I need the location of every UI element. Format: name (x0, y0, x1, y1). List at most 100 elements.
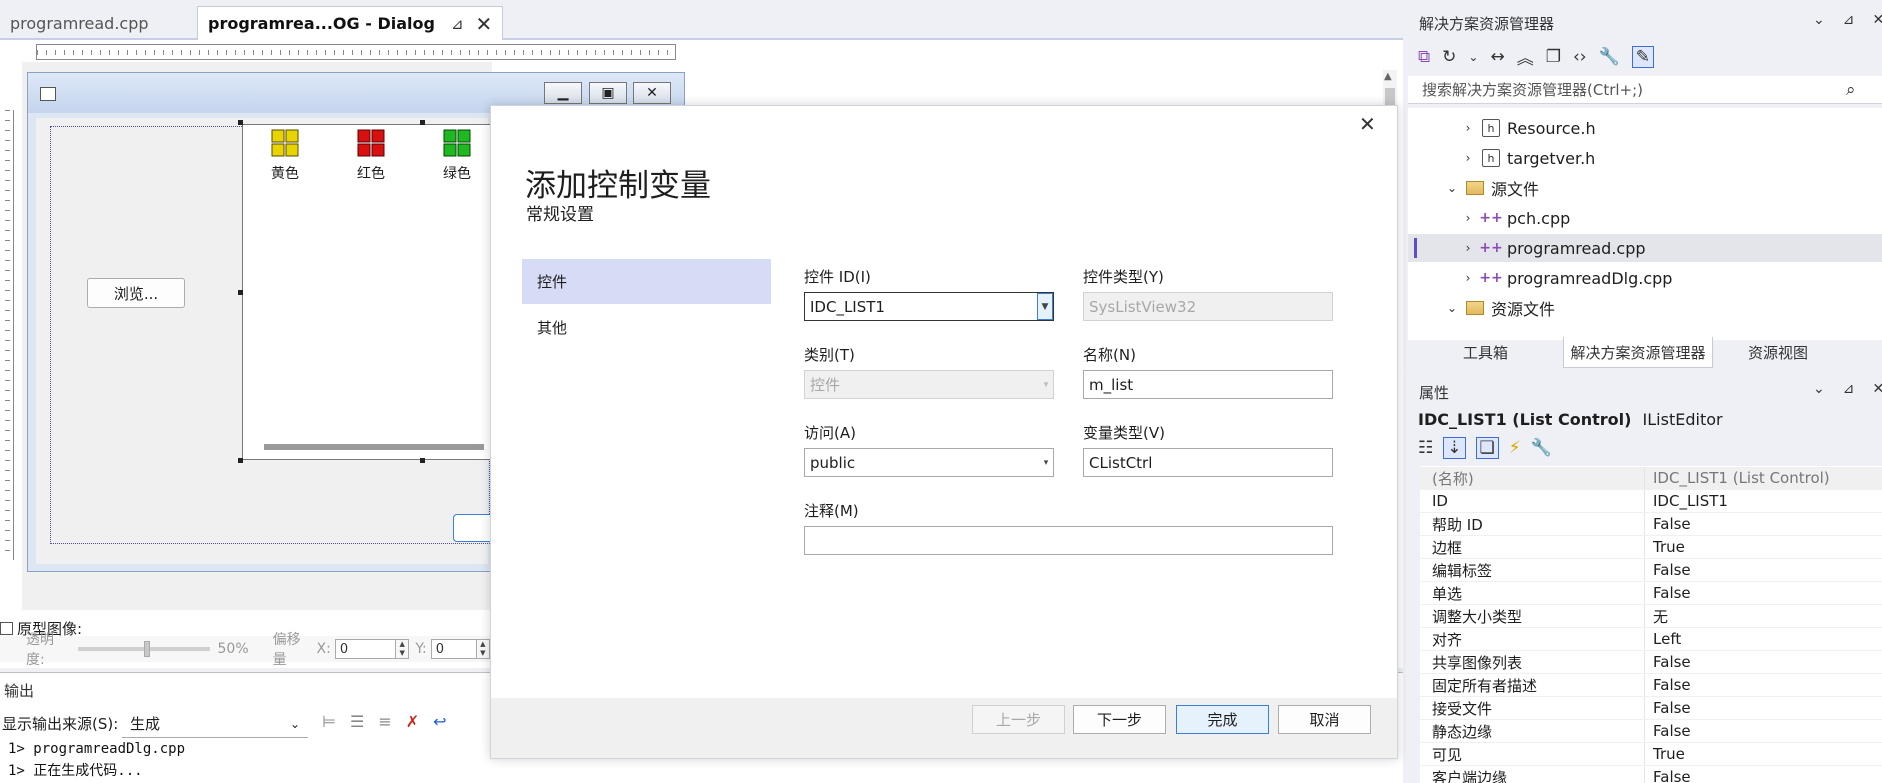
list-item[interactable]: 红色 (341, 128, 401, 183)
access-combobox[interactable]: public ▾ (804, 448, 1054, 477)
property-row[interactable]: 固定所有者描述 False (1420, 674, 1882, 697)
property-value[interactable]: False (1644, 720, 1882, 742)
property-value[interactable]: Left (1644, 628, 1882, 650)
tree-node-programread-cpp[interactable]: › ++ programread.cpp (1408, 234, 1882, 262)
scroll-up-icon[interactable]: ▲ (1384, 71, 1392, 82)
cancel-button[interactable]: 取消 (1278, 705, 1371, 734)
transparency-slider[interactable] (78, 641, 210, 657)
chevron-down-icon[interactable]: ⌄ (1468, 50, 1478, 64)
list-item[interactable]: 黄色 (255, 128, 315, 183)
align-left-icon[interactable]: ⊨ (322, 712, 336, 731)
property-value[interactable]: False (1644, 674, 1882, 696)
name-input[interactable]: m_list (1083, 370, 1333, 399)
list-item[interactable]: 绿色 (427, 128, 487, 183)
property-value[interactable]: False (1644, 651, 1882, 673)
property-value[interactable]: True (1644, 536, 1882, 558)
chevron-down-icon[interactable]: ⌄ (1444, 181, 1460, 195)
pin-icon[interactable]: ⊿ (1843, 12, 1855, 28)
tree-node-source-files[interactable]: ⌄ 源文件 (1408, 174, 1882, 202)
pin-icon[interactable]: ⊿ (1843, 381, 1855, 397)
sync-icon[interactable]: ↔ (1490, 47, 1504, 67)
property-row[interactable]: 单选 False (1420, 582, 1882, 605)
chevron-down-icon[interactable]: ⌄ (1813, 12, 1825, 28)
tab-solution-explorer[interactable]: 解决方案资源管理器 (1563, 337, 1713, 368)
close-icon[interactable]: ✕ (476, 12, 493, 36)
properties-object-selector[interactable]: IDC_LIST1 (List Control) IListEditor (1418, 410, 1723, 429)
property-row[interactable]: (名称) IDC_LIST1 (List Control) (1420, 467, 1882, 490)
properties-icon[interactable]: ❏ (1475, 437, 1499, 459)
finish-button[interactable]: 完成 (1176, 705, 1269, 734)
categorized-icon[interactable]: ☷ (1418, 438, 1433, 458)
property-value[interactable]: False (1644, 582, 1882, 604)
chevron-right-icon[interactable]: › (1460, 241, 1476, 255)
property-row[interactable]: 共享图像列表 False (1420, 651, 1882, 674)
chevron-right-icon[interactable]: › (1460, 211, 1476, 225)
previous-button[interactable]: 上一步 (972, 705, 1065, 734)
nav-item-other[interactable]: 其他 (537, 317, 567, 338)
property-value[interactable]: False (1644, 559, 1882, 581)
ok-button-partial[interactable] (453, 514, 493, 542)
tab-programread-cpp[interactable]: programread.cpp (0, 6, 159, 40)
align-center-icon[interactable]: ☰ (350, 712, 364, 731)
comment-input[interactable] (804, 526, 1333, 555)
switch-views-icon[interactable]: ⧉ (1418, 47, 1430, 67)
preview-icon[interactable]: ✎ (1631, 45, 1654, 68)
tree-node-pch-cpp[interactable]: › ++ pch.cpp (1408, 204, 1882, 232)
close-icon[interactable]: ✕ (1359, 112, 1376, 136)
resize-handle[interactable] (238, 290, 243, 295)
browse-button[interactable]: 浏览... (87, 278, 185, 308)
property-value[interactable]: False (1644, 766, 1882, 783)
control-id-combobox[interactable]: IDC_LIST1 ▼ (804, 292, 1054, 321)
chevron-down-icon[interactable]: ▾ (1039, 449, 1053, 476)
next-button[interactable]: 下一步 (1073, 705, 1166, 734)
chevron-right-icon[interactable]: › (1460, 151, 1476, 165)
property-value[interactable]: False (1644, 513, 1882, 535)
property-value[interactable]: IDC_LIST1 (1644, 490, 1882, 512)
property-value[interactable]: IDC_LIST1 (List Control) (1644, 467, 1882, 489)
offset-y-stepper[interactable]: ▲ ▼ (476, 639, 491, 659)
offset-y-input[interactable]: 0 (430, 639, 477, 659)
history-icon[interactable]: ↻ (1442, 47, 1456, 67)
property-row[interactable]: 编辑标签 False (1420, 559, 1882, 582)
code-view-icon[interactable]: ‹› (1573, 47, 1587, 67)
resize-handle[interactable] (420, 120, 425, 125)
property-row[interactable]: 边框 True (1420, 536, 1882, 559)
tree-node-targetver-h[interactable]: › h targetver.h (1408, 144, 1882, 172)
close-icon[interactable]: ✕ (1872, 381, 1882, 397)
list-horizontal-scrollbar[interactable] (264, 444, 484, 450)
property-row[interactable]: 客户端边缘 False (1420, 766, 1882, 783)
chevron-down-icon[interactable]: ▼ (1037, 293, 1053, 320)
property-row[interactable]: ID IDC_LIST1 (1420, 490, 1882, 513)
tree-node-resource-h[interactable]: › h Resource.h (1408, 114, 1882, 142)
pin-icon[interactable]: ⊿ (451, 15, 464, 33)
resize-handle[interactable] (420, 458, 425, 463)
property-value[interactable]: 无 (1644, 605, 1882, 627)
property-row[interactable]: 调整大小类型 无 (1420, 605, 1882, 628)
close-icon[interactable]: ✕ (1872, 12, 1882, 28)
property-value[interactable]: True (1644, 743, 1882, 765)
clear-all-icon[interactable]: ✗ (406, 712, 419, 731)
output-source-select[interactable]: 生成 ⌄ (122, 710, 308, 738)
property-row[interactable]: 静态边缘 False (1420, 720, 1882, 743)
properties-wrench-icon[interactable]: 🔧 (1599, 47, 1620, 67)
property-pages-icon[interactable]: 🔧 (1531, 438, 1552, 458)
collapse-all-icon[interactable]: ︽ (1517, 44, 1534, 69)
events-icon[interactable]: ⚡ (1509, 438, 1521, 458)
prototype-image-checkbox[interactable] (0, 621, 13, 635)
tab-dialog[interactable]: programrea...OG - Dialog ⊿ ✕ (197, 6, 504, 40)
chevron-down-icon[interactable]: ⌄ (1813, 381, 1825, 397)
show-all-files-icon[interactable]: ❐ (1546, 47, 1561, 67)
property-row[interactable]: 帮助 ID False (1420, 513, 1882, 536)
align-right-icon[interactable]: ≡ (378, 712, 391, 731)
property-row[interactable]: 可见 True (1420, 743, 1882, 766)
alphabetical-icon[interactable]: ⇣ (1443, 437, 1466, 459)
tab-toolbox[interactable]: 工具箱 (1408, 337, 1563, 368)
word-wrap-icon[interactable]: ↩ (433, 712, 446, 731)
offset-x-stepper[interactable]: ▲ ▼ (395, 639, 410, 659)
property-value[interactable]: False (1644, 697, 1882, 719)
tree-node-programreaddlg-cpp[interactable]: › ++ programreadDlg.cpp (1408, 264, 1882, 292)
chevron-down-icon[interactable]: ⌄ (1444, 301, 1460, 315)
slider-thumb[interactable] (144, 641, 151, 657)
resize-handle[interactable] (238, 458, 243, 463)
property-row[interactable]: 对齐 Left (1420, 628, 1882, 651)
